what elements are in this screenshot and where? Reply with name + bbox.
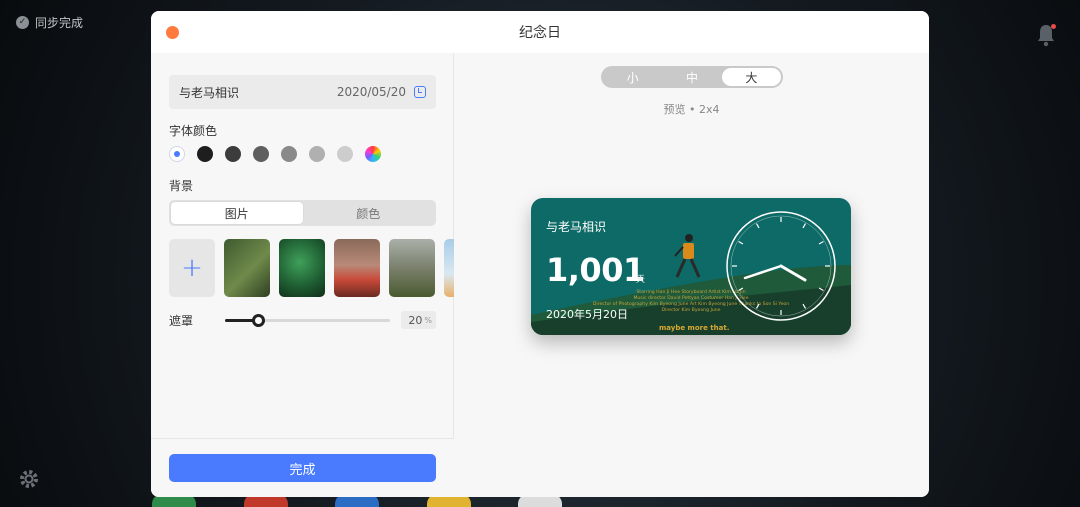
- editor-panel: 与老马相识 2020/05/20 字体颜色 背景 图片 颜色 + 遮罩 20 %…: [151, 53, 454, 497]
- widget-preview: 与老马相识 1,001 天 Starring Han Ji Hee Storyb…: [531, 198, 851, 335]
- mask-slider-handle[interactable]: [252, 313, 265, 327]
- widget-day-unit: 天: [636, 275, 646, 285]
- tab-color[interactable]: 颜色: [303, 202, 435, 224]
- anniversary-name[interactable]: 与老马相识: [179, 84, 337, 101]
- add-image-button[interactable]: +: [169, 239, 215, 297]
- person-figure: [674, 234, 701, 278]
- preview-panel: 小 中 大 预览 • 2x4 与老马相识 1,001 天 Starring Ha…: [454, 53, 929, 497]
- check-icon: ✓: [16, 16, 29, 29]
- close-button[interactable]: [166, 26, 179, 39]
- mask-unit: %: [424, 315, 432, 325]
- widget-date: 2020年5月20日: [546, 308, 628, 321]
- anniversary-dialog: 纪念日 与老马相识 2020/05/20 字体颜色 背景 图片 颜色 + 遮罩 …: [151, 11, 929, 497]
- background-thumb-field[interactable]: [389, 239, 435, 297]
- font-color-swatch[interactable]: [309, 146, 325, 162]
- font-color-swatches: [169, 146, 381, 162]
- background-thumb-fern[interactable]: [279, 239, 325, 297]
- anniversary-date[interactable]: 2020/05/20: [337, 85, 406, 99]
- background-type-toggle: 图片 颜色: [169, 200, 436, 226]
- font-color-swatch[interactable]: [337, 146, 353, 162]
- size-large-button[interactable]: 大: [721, 68, 781, 86]
- dialog-titlebar: 纪念日: [151, 11, 929, 53]
- widget-title: 与老马相识: [546, 220, 607, 234]
- background-thumb-sky[interactable]: [444, 239, 454, 297]
- editor-footer: 完成: [151, 438, 454, 497]
- size-medium-button[interactable]: 中: [662, 68, 721, 86]
- notification-bell-icon[interactable]: [1034, 22, 1058, 48]
- preview-caption: 预览 • 2x4: [663, 103, 720, 116]
- font-color-swatch[interactable]: [225, 146, 241, 162]
- font-color-swatch[interactable]: [281, 146, 297, 162]
- tab-image[interactable]: 图片: [171, 202, 303, 224]
- widget-day-count: 1,001: [546, 251, 645, 289]
- dialog-title: 纪念日: [519, 25, 561, 41]
- custom-color-picker-icon[interactable]: [365, 146, 381, 162]
- mask-value-field[interactable]: 20 %: [401, 311, 436, 329]
- widget-size-toggle: 小 中 大: [601, 66, 783, 88]
- font-color-white-swatch[interactable]: [169, 146, 185, 162]
- widget-tagline: maybe more that.: [659, 324, 730, 332]
- anniversary-name-field[interactable]: 与老马相识 2020/05/20: [169, 75, 436, 109]
- background-thumb-lake[interactable]: [334, 239, 380, 297]
- size-small-button[interactable]: 小: [603, 68, 662, 86]
- mask-slider[interactable]: [225, 313, 390, 327]
- font-color-swatch[interactable]: [197, 146, 213, 162]
- sync-status-label: 同步完成: [35, 16, 84, 30]
- font-color-swatch[interactable]: [253, 146, 269, 162]
- font-color-label: 字体颜色: [169, 124, 218, 138]
- sync-status: ✓ 同步完成: [16, 14, 83, 31]
- plus-icon: +: [181, 253, 203, 283]
- notification-dot: [1051, 24, 1056, 29]
- done-button[interactable]: 完成: [169, 454, 436, 482]
- mask-value: 20: [408, 313, 423, 327]
- settings-gear-icon[interactable]: [18, 468, 40, 490]
- mask-label: 遮罩: [169, 313, 194, 328]
- calendar-icon[interactable]: [414, 86, 426, 98]
- mask-control: 遮罩 20 %: [169, 310, 436, 330]
- background-image-list: +: [169, 239, 454, 297]
- background-label: 背景: [169, 179, 194, 193]
- background-thumb-leaf[interactable]: [224, 239, 270, 297]
- clock-icon: [726, 211, 836, 321]
